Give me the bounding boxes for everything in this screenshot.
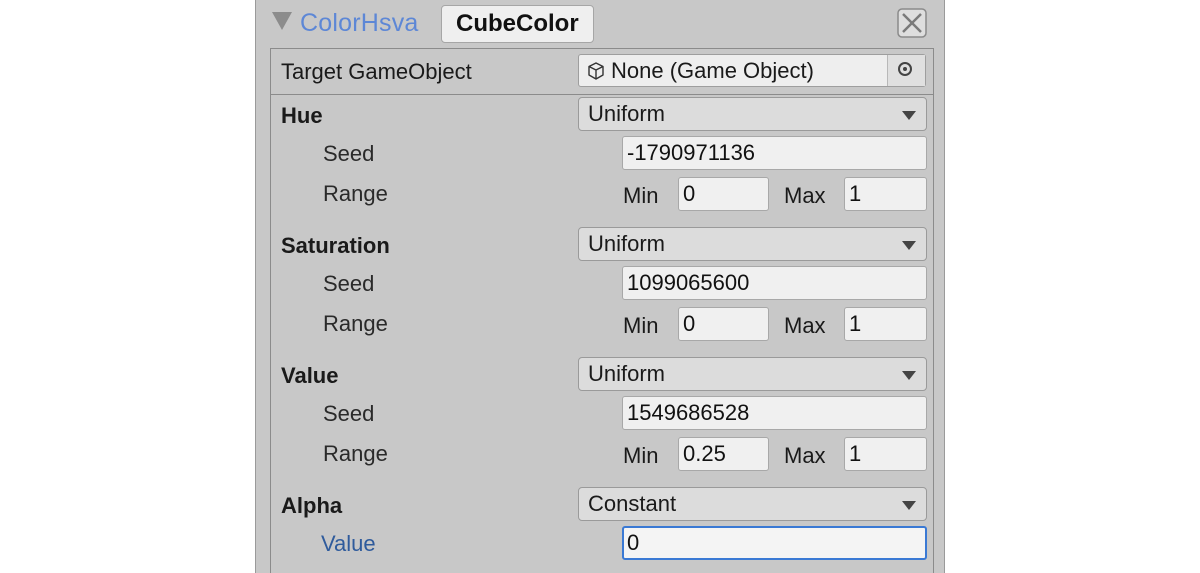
value-seed-input[interactable]: 1549686528	[622, 396, 927, 430]
object-picker-button[interactable]	[887, 55, 925, 86]
value-range-label: Range	[323, 441, 388, 466]
saturation-seed-value: 1099065600	[627, 270, 750, 295]
foldout-arrow-icon[interactable]	[272, 12, 292, 30]
target-gameobject-label: Target GameObject	[281, 59, 472, 84]
saturation-label: Saturation	[281, 233, 390, 258]
value-seed-label: Seed	[323, 401, 375, 426]
hue-max-label: Max	[784, 183, 826, 208]
node-name-field[interactable]: CubeColor	[441, 5, 594, 43]
saturation-mode-dropdown[interactable]: Uniform	[578, 227, 927, 261]
hue-label: Hue	[281, 103, 323, 128]
dropdown-arrow-icon	[902, 501, 916, 510]
value-min-value: 0.25	[683, 441, 726, 466]
hue-min-value: 0	[683, 181, 696, 206]
hue-min-label: Min	[623, 183, 659, 208]
hue-max-input[interactable]: 1	[844, 177, 927, 211]
hue-range-label: Range	[323, 181, 388, 206]
dropdown-arrow-icon	[902, 111, 916, 120]
hue-mode-value: Uniform	[588, 101, 666, 126]
saturation-max-value: 1	[849, 311, 862, 336]
node-type-label: ColorHsva	[300, 9, 419, 37]
saturation-range-label: Range	[323, 311, 388, 336]
saturation-min-label: Min	[623, 313, 659, 338]
value-max-value: 1	[849, 441, 862, 466]
hue-seed-value: -1790971136	[627, 140, 756, 165]
alpha-mode-dropdown[interactable]: Constant	[578, 487, 927, 521]
value-min-input[interactable]: 0.25	[678, 437, 769, 471]
value-min-label: Min	[623, 443, 659, 468]
picker-dot	[903, 67, 907, 71]
dropdown-arrow-icon	[902, 241, 916, 250]
value-label: Value	[281, 363, 339, 388]
node-header: ColorHsva CubeColor	[256, 0, 944, 46]
hue-seed-input[interactable]: -1790971136	[622, 136, 927, 170]
saturation-seed-label: Seed	[323, 271, 375, 296]
alpha-value-value: 0	[627, 530, 640, 555]
saturation-min-input[interactable]: 0	[678, 307, 769, 341]
saturation-max-input[interactable]: 1	[844, 307, 927, 341]
saturation-max-label: Max	[784, 313, 826, 338]
alpha-value-label: Value	[321, 531, 376, 556]
close-x-icon[interactable]	[897, 8, 927, 38]
alpha-label: Alpha	[281, 493, 343, 518]
value-mode-dropdown[interactable]: Uniform	[578, 357, 927, 391]
dropdown-arrow-icon	[902, 371, 916, 380]
saturation-min-value: 0	[683, 311, 696, 336]
node-inspector-panel: ColorHsva CubeColor Target GameObject No…	[255, 0, 945, 573]
value-max-label: Max	[784, 443, 826, 468]
value-mode-value: Uniform	[588, 361, 666, 386]
hue-min-input[interactable]: 0	[678, 177, 769, 211]
saturation-mode-value: Uniform	[588, 231, 666, 256]
hue-max-value: 1	[849, 181, 862, 206]
value-max-input[interactable]: 1	[844, 437, 927, 471]
alpha-value-input[interactable]: 0	[622, 526, 927, 560]
hue-mode-dropdown[interactable]: Uniform	[578, 97, 927, 131]
saturation-seed-input[interactable]: 1099065600	[622, 266, 927, 300]
hue-seed-label: Seed	[323, 141, 375, 166]
alpha-mode-value: Constant	[588, 491, 677, 516]
cube-icon	[586, 61, 606, 81]
target-gameobject-row: Target GameObject None (Game Object)	[271, 49, 933, 95]
value-seed-value: 1549686528	[627, 400, 750, 425]
target-gameobject-field[interactable]: None (Game Object)	[578, 54, 926, 87]
node-body: Target GameObject None (Game Object) Hue…	[270, 48, 934, 573]
target-gameobject-value: None (Game Object)	[611, 58, 814, 83]
